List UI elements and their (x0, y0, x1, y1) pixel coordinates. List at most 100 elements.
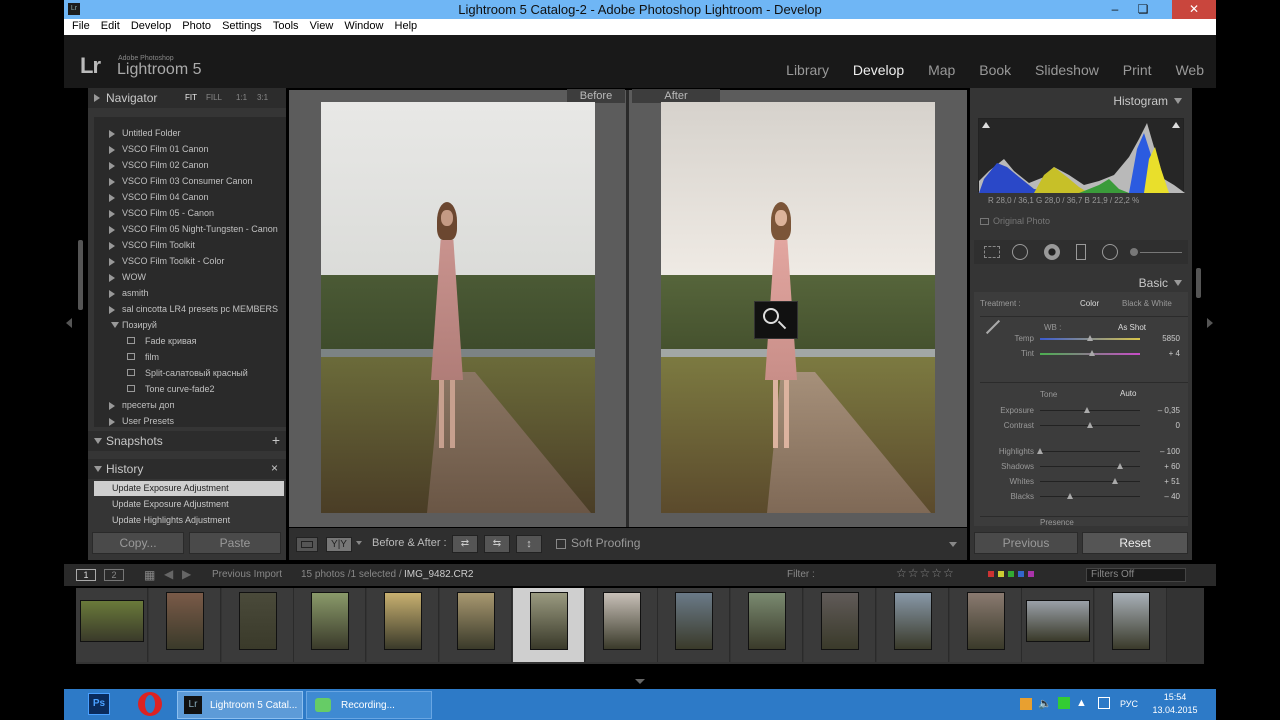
menu-window[interactable]: Window (344, 20, 383, 32)
filmstrip-thumbnail[interactable] (76, 588, 148, 662)
preset-folder[interactable]: sal cincotta LR4 presets pc MEMBERS (109, 301, 278, 317)
before-after-view[interactable]: Before After (289, 89, 967, 527)
slider-value[interactable]: – 40 (1144, 492, 1180, 501)
preset-folder[interactable]: VSCO Film Toolkit (109, 237, 195, 253)
slider-track[interactable] (1040, 466, 1140, 467)
zoom-fill[interactable]: FILL (206, 93, 222, 102)
slider-track[interactable] (1040, 410, 1140, 411)
highlight-clipping-icon[interactable] (1172, 122, 1180, 128)
back-arrow-icon[interactable]: ◀ (164, 567, 173, 581)
slider-value[interactable]: 5850 (1144, 334, 1180, 343)
spot-removal-icon[interactable] (1012, 244, 1028, 260)
filmstrip-thumbnail[interactable] (658, 588, 731, 662)
window-2-button[interactable]: 2 (104, 569, 124, 581)
preset-folder[interactable]: VSCO Film 05 - Canon (109, 205, 214, 221)
minimize-icon[interactable]: – (1102, 0, 1128, 19)
preset-folder[interactable]: пресеты доп (109, 397, 174, 413)
filmstrip-thumbnail[interactable] (1022, 588, 1095, 662)
filmstrip-thumbnail[interactable] (804, 588, 876, 662)
preset-item[interactable]: Tone curve-fade2 (127, 381, 215, 397)
shadow-clipping-icon[interactable] (982, 122, 990, 128)
filmstrip-thumbnail[interactable] (731, 588, 804, 662)
preset-folder[interactable]: VSCO Film 03 Consumer Canon (109, 173, 253, 189)
reset-button[interactable]: Reset (1082, 532, 1188, 554)
module-develop[interactable]: Develop (853, 62, 904, 78)
crop-tool-icon[interactable] (984, 246, 1000, 258)
filmstrip-thumbnail[interactable] (148, 588, 221, 662)
zoom-1-1[interactable]: 1:1 (236, 93, 247, 102)
swap-settings-icon[interactable]: ↕ (516, 535, 542, 553)
filmstrip-thumbnail[interactable] (440, 588, 512, 662)
slider-knob[interactable] (1112, 478, 1118, 484)
slider-track[interactable] (1040, 451, 1140, 452)
slider-knob[interactable] (1067, 493, 1073, 499)
slider-value[interactable]: + 51 (1144, 477, 1180, 486)
bottom-panel-toggle-icon[interactable] (635, 679, 645, 684)
slider-knob[interactable] (1087, 335, 1093, 341)
clock-time[interactable]: 15:54 (1150, 692, 1200, 702)
forward-arrow-icon[interactable]: ▶ (182, 567, 191, 581)
copy-after-to-before-icon[interactable]: ⇆ (484, 535, 510, 553)
filmstrip-thumbnail[interactable] (585, 588, 658, 662)
slider-value[interactable]: + 4 (1144, 349, 1180, 358)
module-web[interactable]: Web (1175, 62, 1204, 78)
copy-before-to-after-icon[interactable]: ⇄ (452, 535, 478, 553)
toolbar-menu-icon[interactable] (949, 542, 957, 547)
window-titlebar[interactable]: Lr Lightroom 5 Catalog-2 - Adobe Photosh… (64, 0, 1216, 19)
treatment-bw[interactable]: Black & White (1122, 299, 1172, 308)
filmstrip-thumbnail[interactable] (1095, 588, 1168, 662)
previous-button[interactable]: Previous (974, 532, 1078, 554)
right-scrollbar[interactable] (1196, 268, 1201, 298)
preset-item[interactable]: film (127, 349, 159, 365)
wb-select[interactable]: As Shot (1118, 323, 1146, 332)
module-book[interactable]: Book (979, 62, 1011, 78)
slider-track[interactable] (1040, 496, 1140, 497)
module-library[interactable]: Library (786, 62, 829, 78)
slider-value[interactable]: + 60 (1144, 462, 1180, 471)
chevron-down-icon[interactable] (356, 541, 362, 545)
taskbar-recording[interactable]: Recording... (306, 691, 432, 719)
clear-history-icon[interactable]: × (271, 461, 278, 475)
preset-folder[interactable]: VSCO Film 05 Night-Tungsten - Canon (109, 221, 278, 237)
preset-folder[interactable]: VSCO Film 04 Canon (109, 189, 209, 205)
color-label-filters[interactable] (988, 571, 1050, 579)
current-filename[interactable]: IMG_9482.CR2 (404, 569, 473, 580)
filmstrip-thumbnail[interactable] (367, 588, 440, 662)
photoshop-icon[interactable]: Ps (88, 693, 110, 715)
tray-window-icon[interactable] (1098, 697, 1110, 709)
slider-knob[interactable] (1117, 463, 1123, 469)
wb-eyedropper-icon[interactable] (985, 319, 1001, 335)
add-snapshot-icon[interactable]: + (272, 432, 280, 448)
history-item[interactable]: Update Highlights Adjustment (94, 513, 284, 528)
histogram-graph[interactable] (978, 118, 1185, 193)
menu-settings[interactable]: Settings (222, 20, 262, 32)
slider-knob[interactable] (1084, 407, 1090, 413)
history-item[interactable]: Update Exposure Adjustment (94, 481, 284, 496)
menu-file[interactable]: File (72, 20, 90, 32)
filmstrip-thumbnail[interactable] (876, 588, 949, 662)
module-slideshow[interactable]: Slideshow (1035, 62, 1099, 78)
restore-icon[interactable]: ❏ (1130, 0, 1156, 19)
slider-track[interactable] (1040, 481, 1140, 482)
preset-folder[interactable]: User Presets (109, 413, 174, 429)
language-indicator[interactable]: РУС (1120, 699, 1138, 709)
zoom-fit[interactable]: FIT (185, 93, 197, 102)
grid-view-icon[interactable]: ▦ (144, 568, 155, 582)
volume-icon[interactable]: 🔈 (1038, 697, 1052, 710)
copy-button[interactable]: Copy... (92, 532, 184, 554)
after-photo[interactable] (661, 102, 935, 513)
left-panel-toggle-icon[interactable] (66, 318, 72, 328)
preset-folder-open[interactable]: Позируй (111, 317, 157, 333)
tray-green-icon[interactable] (1058, 697, 1070, 709)
menu-edit[interactable]: Edit (101, 20, 120, 32)
red-eye-icon[interactable] (1044, 244, 1060, 260)
clock-date[interactable]: 13.04.2015 (1150, 705, 1200, 715)
preset-folder[interactable]: VSCO Film 01 Canon (109, 141, 209, 157)
original-photo-checkbox[interactable] (980, 218, 989, 225)
snapshots-header[interactable]: Snapshots + (88, 431, 286, 451)
preset-folder[interactable]: WOW (109, 269, 146, 285)
filmstrip-thumbnail[interactable] (512, 588, 585, 662)
history-header[interactable]: History × (88, 459, 286, 479)
loupe-view-icon[interactable] (296, 537, 318, 552)
slider-value[interactable]: – 100 (1144, 447, 1180, 456)
